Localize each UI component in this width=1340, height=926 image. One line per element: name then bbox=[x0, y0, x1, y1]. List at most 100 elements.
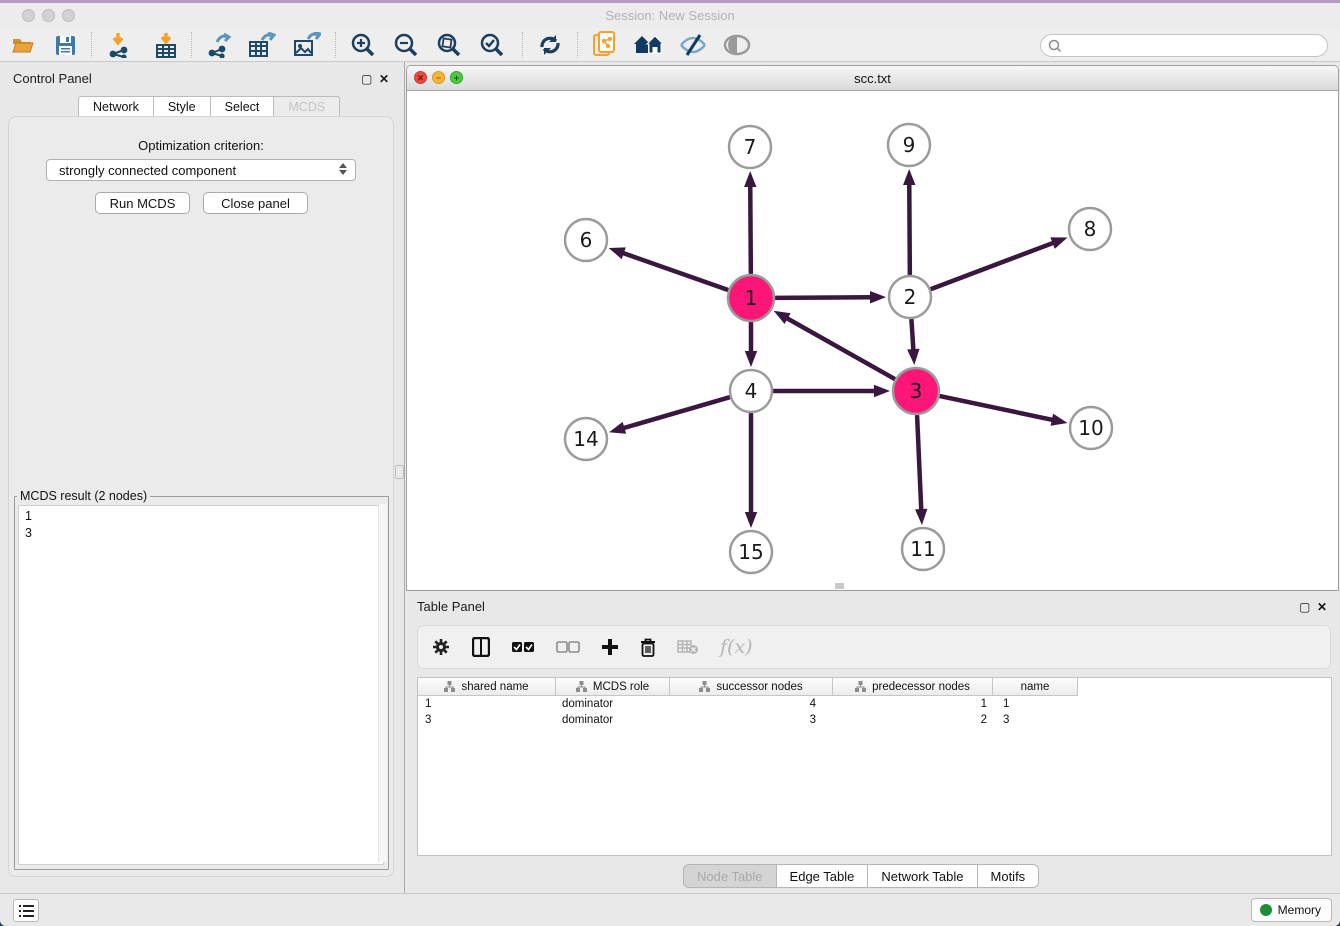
edge-2-9[interactable] bbox=[909, 183, 910, 274]
home-icon[interactable] bbox=[632, 28, 666, 62]
zoom-out-icon[interactable] bbox=[391, 28, 421, 62]
tab-node-table[interactable]: Node Table bbox=[683, 864, 777, 888]
attribute-type-icon bbox=[576, 681, 587, 692]
edge-1-2[interactable] bbox=[776, 297, 872, 298]
edge-4-14[interactable] bbox=[622, 397, 728, 428]
edge-arrowhead-icon bbox=[744, 171, 756, 187]
column-header[interactable]: predecessor nodes bbox=[833, 678, 993, 696]
tab-network[interactable]: Network bbox=[78, 96, 154, 117]
criterion-select[interactable]: strongly connected component bbox=[46, 159, 356, 181]
panel-divider-grip[interactable] bbox=[395, 465, 404, 479]
refresh-icon[interactable] bbox=[535, 28, 565, 62]
mcds-result-title: MCDS result (2 nodes) bbox=[17, 489, 150, 503]
show-icon[interactable] bbox=[721, 28, 753, 62]
mcds-panel: Optimization criterion: strongly connect… bbox=[8, 116, 394, 877]
table-row[interactable]: 3 dominator 3 2 3 bbox=[418, 712, 1331, 728]
zoom-in-icon[interactable] bbox=[348, 28, 378, 62]
attribute-type-icon bbox=[444, 681, 455, 692]
export-network-icon[interactable] bbox=[202, 28, 236, 62]
network-overview-icon[interactable] bbox=[590, 28, 622, 62]
graph-node-label: 6 bbox=[580, 228, 593, 252]
node-table: shared name MCDS role successor nodes pr… bbox=[417, 677, 1332, 856]
graph-node-label: 9 bbox=[903, 133, 916, 157]
column-header[interactable]: name bbox=[993, 678, 1078, 696]
delete-table-icon[interactable] bbox=[677, 639, 699, 655]
attribute-type-icon bbox=[855, 681, 866, 692]
table-tabs: Node Table Edge Table Network Table Moti… bbox=[683, 864, 1039, 888]
column-header[interactable]: MCDS role bbox=[556, 678, 670, 696]
tab-motifs[interactable]: Motifs bbox=[978, 864, 1040, 888]
export-table-icon[interactable] bbox=[245, 28, 279, 62]
tab-edge-table[interactable]: Edge Table bbox=[777, 864, 869, 888]
status-bar: Memory bbox=[0, 893, 1340, 926]
memory-label: Memory bbox=[1278, 903, 1321, 917]
import-network-icon[interactable] bbox=[103, 28, 135, 62]
zoom-selected-icon[interactable] bbox=[477, 28, 507, 62]
edge-3-10[interactable] bbox=[940, 396, 1053, 420]
column-header[interactable]: shared name bbox=[418, 678, 556, 696]
tab-select[interactable]: Select bbox=[211, 96, 275, 117]
add-column-icon[interactable] bbox=[601, 638, 619, 656]
network-window-titlebar[interactable]: ✕ − + scc.txt bbox=[407, 66, 1338, 91]
tab-style[interactable]: Style bbox=[154, 96, 211, 117]
edge-arrowhead-icon bbox=[774, 311, 791, 324]
chevron-updown-icon bbox=[339, 163, 347, 175]
criterion-value: strongly connected component bbox=[59, 163, 236, 178]
edge-arrowhead-icon bbox=[609, 247, 626, 259]
network-canvas[interactable]: 7968124314101511 bbox=[407, 92, 1338, 591]
window-title: Session: New Session bbox=[0, 8, 1340, 23]
delete-column-icon[interactable] bbox=[640, 638, 656, 657]
edge-arrowhead-icon bbox=[609, 422, 626, 434]
float-control-panel-icon[interactable]: ▢ bbox=[361, 72, 372, 86]
export-image-icon[interactable] bbox=[290, 28, 324, 62]
hide-icon[interactable] bbox=[677, 28, 709, 62]
column-header[interactable]: successor nodes bbox=[670, 678, 833, 696]
table-toolbar: f(x) bbox=[417, 625, 1331, 669]
graph-node-label: 1 bbox=[745, 286, 758, 310]
edge-1-7[interactable] bbox=[750, 185, 751, 273]
edge-arrowhead-icon bbox=[745, 512, 757, 528]
graph-node-label: 7 bbox=[744, 135, 757, 159]
select-all-icon[interactable] bbox=[511, 641, 535, 653]
task-history-button[interactable] bbox=[13, 899, 39, 922]
edge-2-3[interactable] bbox=[911, 320, 913, 351]
network-view-window: ✕ − + scc.txt 7968124314101511 bbox=[406, 65, 1339, 591]
edge-arrowhead-icon bbox=[907, 349, 919, 365]
zoom-fit-icon[interactable] bbox=[434, 28, 464, 62]
memory-button[interactable]: Memory bbox=[1251, 898, 1332, 922]
close-table-panel-icon[interactable]: ✕ bbox=[1317, 600, 1327, 614]
mcds-result-group: MCDS result (2 nodes) 1 3 bbox=[14, 489, 389, 870]
tab-mcds[interactable]: MCDS bbox=[274, 96, 340, 117]
table-row[interactable]: 1 dominator 4 1 1 bbox=[418, 696, 1331, 712]
control-panel-tabs: Network Style Select MCDS bbox=[78, 96, 340, 117]
edge-arrowhead-icon bbox=[1050, 237, 1067, 249]
settings-gear-icon[interactable] bbox=[431, 637, 451, 657]
import-table-icon[interactable] bbox=[150, 28, 182, 62]
open-session-icon[interactable] bbox=[8, 28, 38, 62]
tab-network-table[interactable]: Network Table bbox=[868, 864, 977, 888]
function-builder-icon[interactable]: f(x) bbox=[720, 636, 753, 658]
close-control-panel-icon[interactable]: ✕ bbox=[379, 72, 389, 86]
edge-3-11[interactable] bbox=[917, 416, 921, 511]
network-window-title: scc.txt bbox=[407, 71, 1338, 86]
edge-3-1[interactable] bbox=[786, 318, 894, 379]
run-mcds-button[interactable]: Run MCDS bbox=[95, 192, 190, 214]
edge-arrowhead-icon bbox=[870, 291, 886, 303]
search-input[interactable] bbox=[1040, 34, 1328, 57]
search-icon bbox=[1048, 39, 1062, 53]
list-icon bbox=[19, 905, 34, 917]
column-selector-icon[interactable] bbox=[472, 637, 490, 657]
application-window: Session: New Session bbox=[0, 0, 1340, 926]
canvas-scrollbar-grip[interactable] bbox=[835, 583, 844, 589]
graph-node-label: 2 bbox=[904, 285, 917, 309]
attribute-type-icon bbox=[699, 681, 710, 692]
save-session-icon[interactable] bbox=[50, 28, 80, 62]
edge-2-8[interactable] bbox=[932, 242, 1055, 288]
result-scrollbar[interactable] bbox=[378, 504, 387, 862]
edge-1-6[interactable] bbox=[622, 253, 728, 290]
float-table-panel-icon[interactable]: ▢ bbox=[1299, 600, 1310, 614]
edge-arrowhead-icon bbox=[745, 351, 757, 367]
close-panel-button[interactable]: Close panel bbox=[203, 192, 308, 214]
deselect-all-icon[interactable] bbox=[556, 641, 580, 653]
mcds-result-text[interactable]: 1 3 bbox=[18, 505, 384, 865]
